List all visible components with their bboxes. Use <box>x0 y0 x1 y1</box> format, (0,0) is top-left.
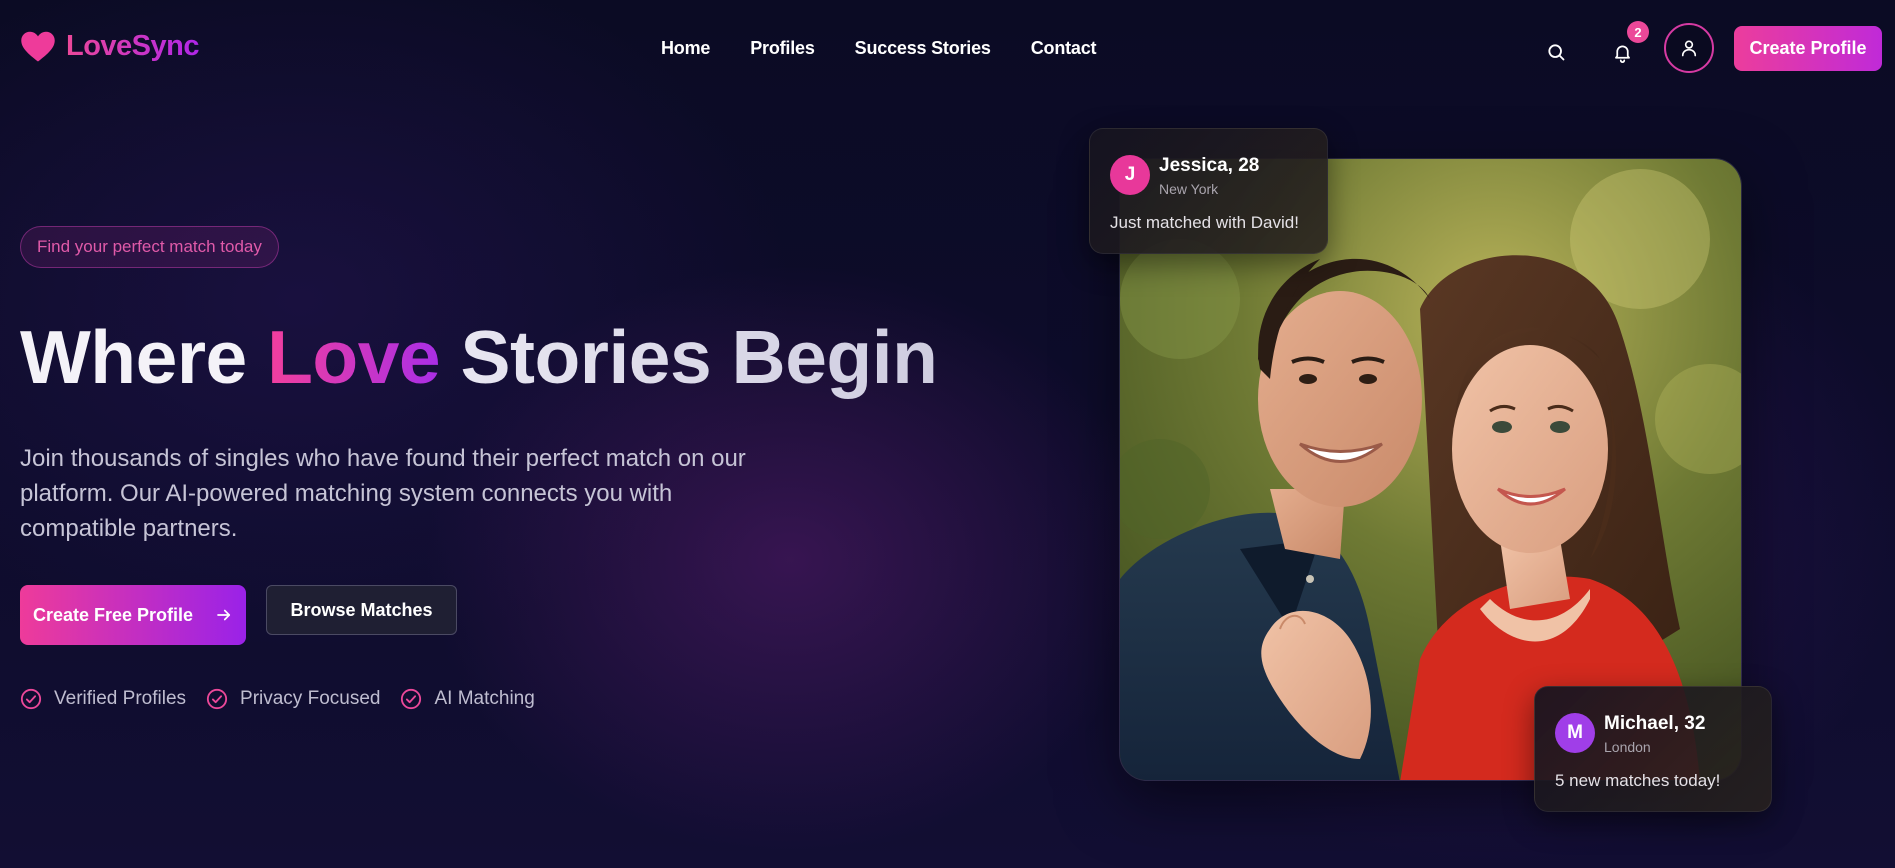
hero-title-highlight: Love <box>267 315 441 399</box>
bell-icon <box>1614 45 1630 63</box>
feature-label: Privacy Focused <box>240 688 381 709</box>
browse-matches-button[interactable]: Browse Matches <box>266 585 457 635</box>
arrow-right-icon <box>217 609 231 621</box>
heart-icon <box>21 31 55 62</box>
feature-list: Verified Profiles Privacy Focused AI Mat… <box>20 688 535 710</box>
card-name: Michael, 32 <box>1604 713 1706 734</box>
hero-tagline-pill: Find your perfect match today <box>20 226 279 268</box>
nav-success-stories[interactable]: Success Stories <box>855 38 991 59</box>
create-free-profile-button[interactable]: Create Free Profile <box>20 585 246 645</box>
avatar: M <box>1555 713 1595 753</box>
card-message: 5 new matches today! <box>1555 771 1721 790</box>
feature-item: Privacy Focused <box>206 688 380 710</box>
nav-home[interactable]: Home <box>661 38 710 59</box>
create-profile-button[interactable]: Create Profile <box>1734 26 1882 71</box>
nav-contact[interactable]: Contact <box>1031 38 1097 59</box>
card-location: New York <box>1159 181 1219 197</box>
card-name: Jessica, 28 <box>1159 155 1260 176</box>
user-account-button[interactable] <box>1664 23 1714 73</box>
feature-item: Verified Profiles <box>20 688 186 710</box>
user-icon <box>1681 40 1697 57</box>
hero-title-part1: Where <box>20 315 268 399</box>
main-nav: Home Profiles Success Stories Contact <box>661 38 1097 59</box>
hero-title-part3: Stories Begin <box>440 315 938 399</box>
feature-label: Verified Profiles <box>54 688 187 709</box>
nav-profiles[interactable]: Profiles <box>750 38 815 59</box>
hero-description: Join thousands of singles who have found… <box>20 445 746 542</box>
match-card-michael[interactable]: M Michael, 32 London 5 new matches today… <box>1534 686 1772 812</box>
avatar: J <box>1110 155 1150 195</box>
card-message: Just matched with David! <box>1110 213 1299 232</box>
check-circle-icon <box>20 688 42 710</box>
feature-label: AI Matching <box>434 688 535 709</box>
search-icon <box>1548 44 1565 61</box>
create-free-profile-label: Create Free Profile <box>32 604 194 625</box>
hero-title: Where Love Stories Begin <box>20 312 938 402</box>
check-circle-icon <box>401 688 422 710</box>
brand-logo[interactable]: LoveSync <box>20 30 200 63</box>
card-location: London <box>1604 739 1651 755</box>
notification-badge: 2 <box>1627 21 1649 43</box>
brand-name: LoveSync <box>66 30 200 62</box>
match-card-jessica[interactable]: J Jessica, 28 New York Just matched with… <box>1089 128 1328 254</box>
check-circle-icon <box>206 688 228 710</box>
site-header: LoveSync Home Profiles Success Stories C… <box>0 0 1895 98</box>
search-button[interactable] <box>1538 34 1574 70</box>
feature-item: AI Matching <box>400 688 535 710</box>
